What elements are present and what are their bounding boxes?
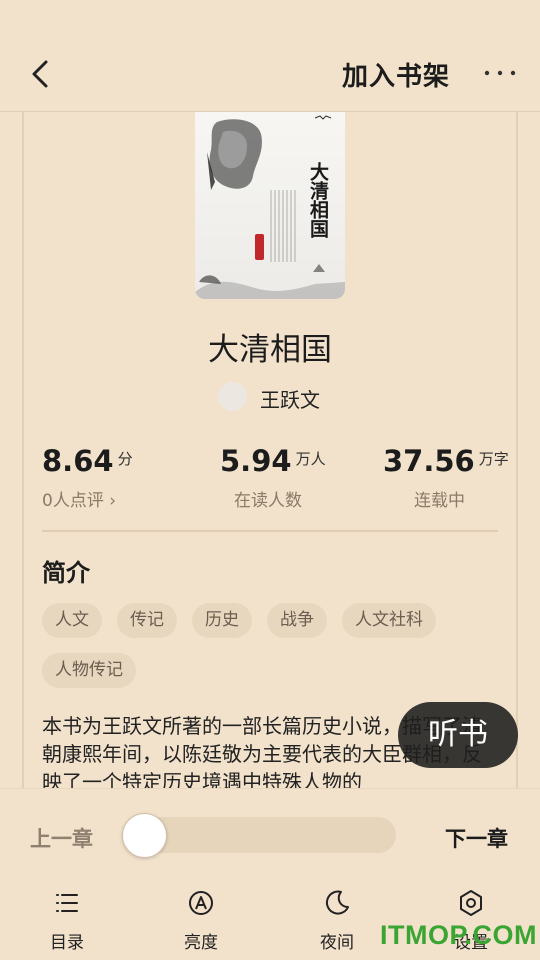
tag[interactable]: 人文 (42, 603, 102, 638)
card-border-right (516, 112, 518, 792)
brightness-label: 亮度 (184, 933, 218, 953)
night-mode-label: 夜间 (320, 933, 354, 953)
list-icon (56, 894, 78, 912)
author-name[interactable]: 王跃文 (260, 384, 320, 413)
rating-value: 8.64 (42, 444, 114, 478)
chevron-left-icon (32, 60, 48, 88)
author-avatar[interactable] (218, 382, 247, 411)
prev-chapter-button[interactable]: 上一章 (30, 823, 93, 853)
card-border-left (22, 112, 24, 792)
intro-heading: 简介 (42, 559, 90, 587)
tag[interactable]: 传记 (117, 603, 177, 638)
readers-unit: 万人 (295, 450, 326, 468)
next-chapter-button[interactable]: 下一章 (445, 823, 508, 853)
wordcount-unit: 万字 (478, 450, 509, 468)
toc-button[interactable] (32, 888, 102, 918)
top-bar: 加入书架 (0, 0, 540, 112)
night-mode-button[interactable] (302, 888, 372, 918)
book-title: 大清相国 (208, 332, 332, 368)
readers-value: 5.94 (220, 444, 292, 478)
serial-status-label: 连载中 (414, 491, 465, 511)
settings-button[interactable] (436, 888, 506, 918)
tag[interactable]: 历史 (192, 603, 252, 638)
reviews-link[interactable]: 0人点评 › (42, 486, 116, 511)
rating-stat: 8.64 分 (42, 444, 133, 478)
settings-icon (460, 890, 482, 916)
tag[interactable]: 人文社科 (342, 603, 436, 638)
cover-title: 大清相国 (307, 162, 329, 238)
progress-slider-handle[interactable] (122, 813, 167, 858)
moon-icon (325, 890, 349, 915)
readers-stat: 5.94 万人 (220, 444, 326, 478)
add-to-shelf-button[interactable]: 加入书架 (342, 56, 450, 93)
toc-label: 目录 (50, 933, 84, 953)
divider (42, 530, 498, 532)
wordcount-stat: 37.56 万字 (383, 444, 509, 478)
wordcount-value: 37.56 (383, 444, 475, 478)
brightness-icon (189, 891, 213, 915)
book-cover[interactable]: 大清相国 (195, 112, 345, 299)
back-button[interactable] (24, 54, 58, 94)
readers-label: 在读人数 (234, 491, 302, 511)
brightness-button[interactable] (166, 888, 236, 918)
tag[interactable]: 战争 (267, 603, 327, 638)
listen-button[interactable]: 听书 (398, 702, 518, 768)
watermark: ITMOP.COM (380, 920, 538, 950)
tag[interactable]: 人物传记 (42, 653, 136, 688)
cover-seal-stamp (255, 234, 264, 260)
more-dots-icon (484, 70, 516, 76)
rating-unit: 分 (117, 450, 133, 468)
more-button[interactable] (480, 62, 520, 84)
